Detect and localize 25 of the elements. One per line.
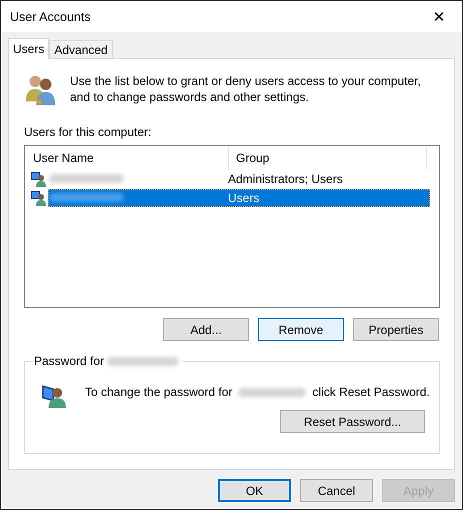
window-title: User Accounts — [10, 10, 91, 24]
column-header[interactable]: Group — [229, 147, 427, 169]
list-row[interactable]: Administrators; Users — [48, 170, 430, 188]
user-monitor-icon — [31, 190, 47, 206]
tab[interactable]: Advanced — [49, 40, 113, 58]
users-list[interactable]: User Name Group Administrators; Users Users — [24, 145, 440, 308]
redacted-name — [238, 388, 306, 396]
group-cell: Administrators; Users — [228, 172, 343, 186]
password-text: To change the password for — [85, 385, 232, 399]
list-button[interactable]: Properties — [353, 318, 439, 341]
password-text: click Reset Password. — [312, 385, 430, 399]
list-row[interactable]: Users — [48, 188, 430, 206]
list-button[interactable]: Remove — [258, 318, 344, 341]
dialog-button[interactable]: Cancel — [300, 479, 373, 502]
group-cell: Users — [228, 190, 260, 204]
users-key-icon — [24, 73, 58, 107]
intro-text: Use the list below to grant or deny users access to your computer, and to change passwords and other settings. — [70, 73, 422, 105]
dialog-button[interactable]: OK — [218, 479, 291, 502]
list-label: Users for this computer: — [24, 125, 152, 139]
tab[interactable]: Users — [8, 38, 50, 59]
column-header[interactable]: User Name — [31, 147, 229, 169]
reset-password-button[interactable]: Reset Password... — [280, 410, 425, 433]
list-button[interactable]: Add... — [163, 318, 249, 341]
user-monitor-icon — [31, 170, 47, 186]
group-legend: Password for — [34, 354, 104, 368]
